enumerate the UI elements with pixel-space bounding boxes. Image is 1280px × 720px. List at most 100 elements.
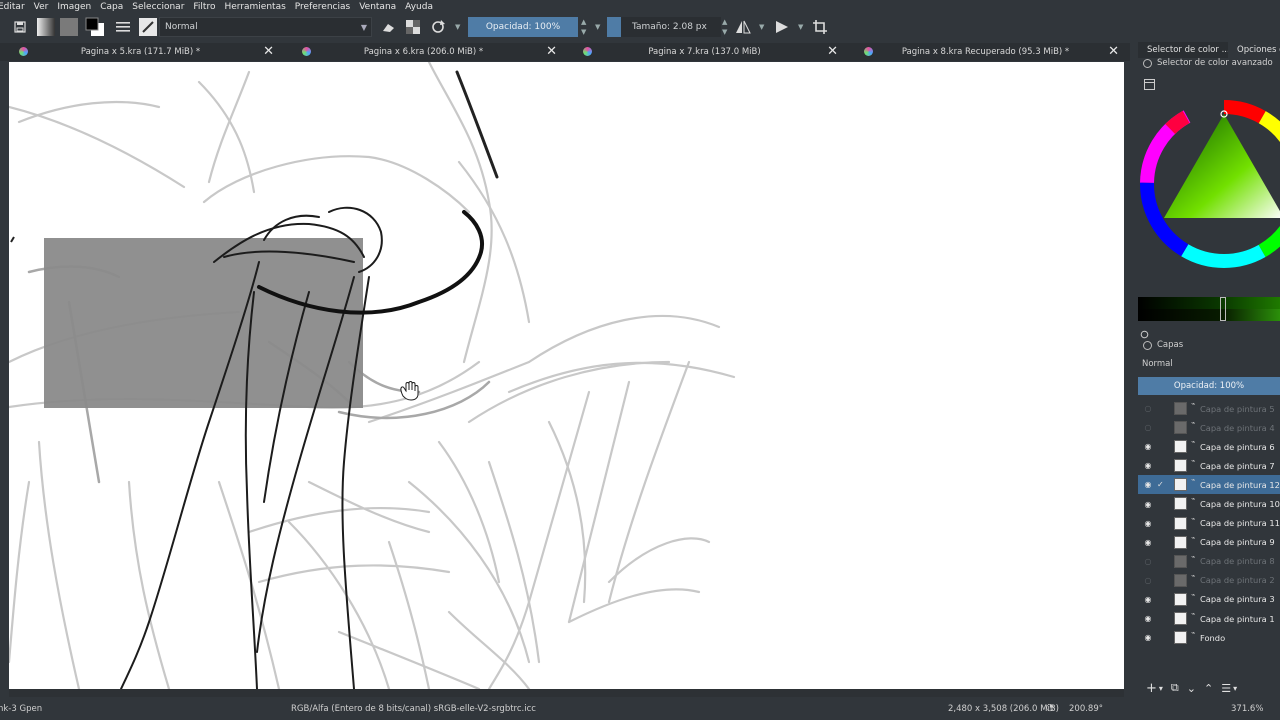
menu-ver[interactable]: Ver — [34, 2, 49, 12]
horizontal-scrollbar[interactable] — [9, 689, 1124, 697]
layers-blend-dropdown[interactable]: Normal — [1138, 356, 1280, 372]
close-icon[interactable]: ✕ — [827, 44, 838, 59]
layer-row[interactable]: ◉ ⌁ Capa de pintura 11 — [1138, 514, 1280, 533]
eye-hidden-icon[interactable]: ○ — [1142, 557, 1154, 566]
layer-row[interactable]: ◉ ⌁ Capa de pintura 1 — [1138, 609, 1280, 628]
mirror-vertical-icon[interactable] — [773, 17, 791, 37]
eye-visible-icon[interactable]: ◉ — [1142, 461, 1154, 470]
layers-header: Capas — [1138, 339, 1183, 351]
save-icon[interactable] — [12, 17, 28, 37]
layers-toolbar: + ▾ ⧉ ⌄ ⌃ ☰ ▾ — [1138, 679, 1280, 697]
opacity-slider[interactable]: Opacidad: 100% — [468, 17, 578, 37]
chevron-up-icon[interactable]: ▲ — [722, 18, 727, 26]
alpha-lock-icon[interactable] — [405, 17, 421, 37]
layer-row[interactable]: ◉ ⌁ Capa de pintura 7 — [1138, 456, 1280, 475]
size-slider[interactable]: Tamaño: 2.08 px — [607, 17, 721, 37]
menu-capa[interactable]: Capa — [100, 2, 123, 12]
drawing-canvas[interactable] — [9, 62, 1124, 689]
eye-visible-icon[interactable]: ◉ — [1142, 595, 1154, 604]
tab-document-4[interactable]: Pagina x 8.kra Recuperado (95.3 MiB) * ✕ — [845, 43, 1126, 61]
pattern-icon[interactable] — [60, 17, 78, 37]
eye-visible-icon[interactable]: ◉ — [1142, 633, 1154, 642]
eye-visible-icon[interactable]: ◉ — [1142, 614, 1154, 623]
chevron-down-icon[interactable]: ▼ — [722, 28, 727, 36]
move-layer-down-icon[interactable]: ⌄ — [1187, 682, 1196, 695]
color-settings-icon[interactable] — [1144, 75, 1155, 90]
eye-visible-icon[interactable]: ◉ — [1142, 442, 1154, 451]
layer-row[interactable]: ◉ ⌁ Capa de pintura 3 — [1138, 590, 1280, 609]
chevron-down-icon[interactable]: ▼ — [455, 23, 460, 31]
layer-row[interactable]: ◉ ⌁ Fondo — [1138, 628, 1280, 647]
chevron-down-icon[interactable]: ▼ — [798, 23, 803, 31]
active-layer-check-icon: ✓ — [1157, 480, 1164, 490]
layer-properties-icon[interactable]: ☰ — [1221, 682, 1231, 695]
chevron-down-icon[interactable]: ▾ — [1233, 684, 1237, 693]
duplicate-layer-icon[interactable]: ⧉ — [1171, 681, 1179, 695]
close-icon[interactable]: ✕ — [1108, 44, 1119, 59]
eye-hidden-icon[interactable]: ○ — [1142, 423, 1154, 432]
refresh-icon[interactable] — [1140, 324, 1149, 339]
layer-name: Capa de pintura 11 — [1200, 518, 1280, 529]
status-bar: nk-3 Gpen RGB/Alfa (Entero de 8 bits/can… — [0, 699, 1280, 720]
float-icon[interactable] — [1143, 340, 1152, 350]
layer-row[interactable]: ○ ⌁ Capa de pintura 8 — [1138, 552, 1280, 571]
add-layer-icon[interactable]: + — [1146, 681, 1157, 696]
blend-mode-dropdown[interactable]: Normal ▼ — [159, 17, 372, 37]
zoom-status: 371.6% — [1231, 704, 1264, 714]
chevron-down-icon[interactable]: ▼ — [595, 23, 600, 31]
tab-document-3[interactable]: Pagina x 7.kra (137.0 MiB) ✕ — [564, 43, 845, 61]
layer-thumbnail — [1174, 440, 1187, 454]
layer-row[interactable]: ◉ ⌁ Capa de pintura 10 — [1138, 494, 1280, 513]
menu-filtro[interactable]: Filtro — [193, 2, 215, 12]
eye-visible-icon[interactable]: ◉ — [1142, 500, 1154, 509]
layer-row[interactable]: ○ ⌁ Capa de pintura 2 — [1138, 571, 1280, 590]
rotation-icon[interactable]: ◔ — [1046, 703, 1054, 713]
selection-box — [44, 238, 363, 408]
chevron-down-icon[interactable]: ▾ — [1159, 684, 1163, 693]
menu-editar[interactable]: Editar — [0, 2, 25, 12]
eye-visible-icon[interactable]: ◉ — [1142, 538, 1154, 547]
eye-hidden-icon[interactable]: ○ — [1142, 404, 1154, 413]
tab-color-selector[interactable]: Selector de color ... — [1138, 42, 1228, 58]
menu-ayuda[interactable]: Ayuda — [405, 2, 433, 12]
color-wheel[interactable] — [1138, 98, 1280, 270]
chevron-down-icon[interactable]: ▼ — [581, 28, 586, 36]
mirror-horizontal-icon[interactable] — [734, 17, 752, 37]
tab-tool-options[interactable]: Opciones de — [1228, 42, 1280, 58]
brush-preset-icon[interactable] — [139, 17, 157, 37]
tab-document-2[interactable]: Pagina x 6.kra (206.0 MiB) * ✕ — [283, 43, 564, 61]
layer-name: Capa de pintura 10 — [1200, 499, 1280, 510]
menu-herramientas[interactable]: Herramientas — [224, 2, 285, 12]
gradient-icon[interactable] — [37, 17, 55, 37]
menu-imagen[interactable]: Imagen — [57, 2, 91, 12]
crop-icon[interactable] — [811, 17, 829, 37]
layers-opacity-slider[interactable]: Opacidad: 100% — [1138, 377, 1280, 395]
layer-row[interactable]: ○ ⌁ Capa de pintura 4 — [1138, 418, 1280, 437]
chevron-down-icon[interactable]: ▼ — [759, 23, 764, 31]
color-history-bar[interactable] — [1138, 297, 1280, 321]
layer-row[interactable]: ○ ⌁ Capa de pintura 5 — [1138, 399, 1280, 418]
eraser-icon[interactable] — [380, 17, 396, 37]
chevron-up-icon[interactable]: ▲ — [581, 18, 586, 26]
eye-visible-icon[interactable]: ◉ — [1142, 519, 1154, 528]
reload-icon[interactable] — [430, 17, 446, 37]
eye-visible-icon[interactable]: ◉ — [1142, 480, 1154, 489]
move-layer-up-icon[interactable]: ⌃ — [1204, 682, 1213, 695]
layer-name: Capa de pintura 9 — [1200, 537, 1275, 548]
menu-ventana[interactable]: Ventana — [359, 2, 396, 12]
brush-settings-icon[interactable] — [114, 17, 132, 37]
layer-properties-small-icon: ⌁ — [1191, 400, 1196, 408]
float-icon[interactable] — [1143, 58, 1152, 68]
menu-preferencias[interactable]: Preferencias — [295, 2, 350, 12]
close-icon[interactable]: ✕ — [546, 44, 557, 59]
menu-seleccionar[interactable]: Seleccionar — [132, 2, 184, 12]
color-space-status: RGB/Alfa (Entero de 8 bits/canal) sRGB-e… — [291, 704, 536, 714]
eye-hidden-icon[interactable]: ○ — [1142, 576, 1154, 585]
layer-row[interactable]: ◉ ✓ ⌁ Capa de pintura 12 — [1138, 475, 1280, 495]
tab-document-1[interactable]: Pagina x 5.kra (171.7 MiB) * ✕ — [0, 43, 281, 61]
layer-row[interactable]: ◉ ⌁ Capa de pintura 9 — [1138, 533, 1280, 552]
vertical-scrollbar[interactable] — [1124, 62, 1138, 689]
close-icon[interactable]: ✕ — [263, 44, 274, 59]
color-swatch-icon[interactable] — [85, 17, 105, 37]
layer-row[interactable]: ◉ ⌁ Capa de pintura 6 — [1138, 437, 1280, 456]
